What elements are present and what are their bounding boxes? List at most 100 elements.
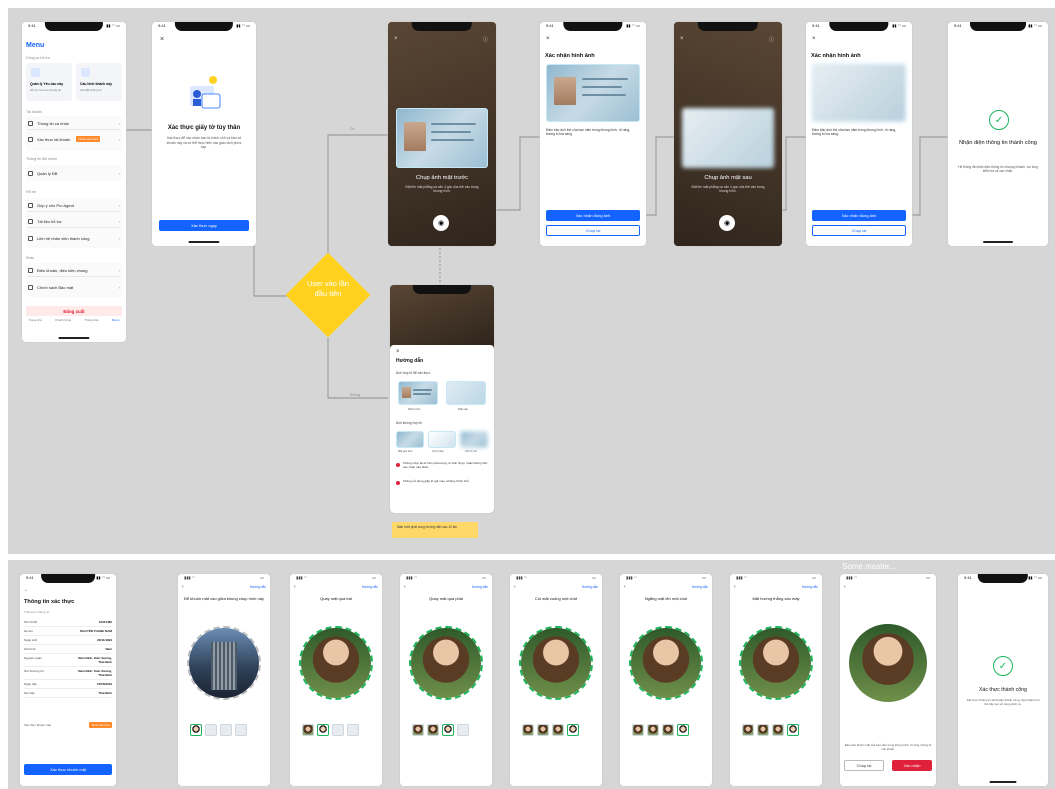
close-icon[interactable]: ×	[160, 36, 164, 43]
team-icon	[28, 170, 33, 176]
intro-title: Xác thực giấy tờ tùy thân	[167, 125, 241, 131]
info-field-label: Nguyên quán	[24, 656, 42, 660]
menu-item-terms[interactable]: Điều khoản, điều kiện chung ›	[28, 265, 120, 277]
tab-menu[interactable]: Menu	[112, 318, 120, 332]
retake-front-button[interactable]: Chụp lại	[546, 225, 640, 236]
verify-intro-screen: 9:41 ▮▮ ◠ ▭ × Xác thực giấy tờ tùy thân X…	[152, 22, 256, 246]
face-camera-frame	[187, 626, 261, 700]
info-icon[interactable]: ⓘ	[483, 36, 488, 43]
verification-info-screen: 9:41 ▮▮ ◠ ▭ ← Thông tin xác thực Thông ti…	[20, 574, 116, 786]
face-step-screen: ▮▮▮ ◠ ▭ ‹ Hướng dẫn Quay mặt qua trái	[290, 574, 382, 786]
face-verify-button[interactable]: Xác thực khuôn mặt	[24, 764, 112, 775]
face-progress-thumb	[662, 724, 674, 736]
info-field-label: Nơi cấp	[24, 691, 35, 695]
menu-item-contact[interactable]: Liên hệ nhân viên thành công ›	[28, 232, 120, 244]
tab-customers[interactable]: Khách hàng	[55, 318, 71, 332]
face-help-link[interactable]: Hướng dẫn	[692, 585, 708, 589]
back-arrow-icon[interactable]: ‹	[514, 584, 516, 590]
menu-title: Menu	[26, 42, 45, 49]
face-progress-thumb	[787, 724, 799, 736]
close-icon[interactable]: ×	[812, 36, 816, 42]
camera-shutter-button[interactable]: ◉	[719, 215, 735, 231]
face-progress-thumb	[567, 724, 579, 736]
menu-item-policy[interactable]: Chính sách Bảo mật ›	[28, 281, 120, 293]
tab-home[interactable]: Trang chủ	[29, 318, 42, 332]
face-step-screen: ▮▮▮ ◠ ▭ ‹ Hướng dẫn Ngẩng mặt lên một chút	[620, 574, 712, 786]
face-confirm-button[interactable]: Xác nhận	[892, 760, 932, 771]
back-arrow-icon[interactable]: ‹	[404, 584, 406, 590]
back-arrow-icon[interactable]: ←	[24, 587, 29, 593]
close-icon[interactable]: ×	[546, 36, 550, 42]
back-arrow-icon[interactable]: ‹	[734, 584, 736, 590]
guide-bad-item-3: Ảnh bị mờ	[465, 450, 477, 453]
face-help-link[interactable]: Hướng dẫn	[582, 585, 598, 589]
menu-item-pro[interactable]: Góp ý cho Pro Agent ›	[28, 200, 120, 212]
face-help-link[interactable]: Hướng dẫn	[802, 585, 818, 589]
info-field-row: Nơi thường trú Nam Bình, Kiến Xương, Thái…	[24, 667, 112, 680]
menu-item-team[interactable]: Quản lý ĐB ›	[28, 167, 120, 179]
verify-now-button[interactable]: Xác thực ngay	[159, 220, 249, 231]
face-camera-frame	[519, 626, 593, 700]
capture-back-screen: × ⓘ Chụp ảnh mặt sau Đặt lên mặt phẳng v…	[674, 22, 782, 246]
back-arrow-icon[interactable]: ‹	[844, 584, 846, 590]
tab-notifications[interactable]: Thông báo	[84, 318, 98, 332]
confirm-back-card-image	[812, 64, 906, 122]
section-support: Hỗ trợ	[26, 190, 37, 194]
team-group: Quản lý ĐB ›	[26, 165, 122, 181]
support-group: Góp ý cho Pro Agent › Tài liệu hỗ trợ › Li…	[26, 198, 122, 248]
confirm-front-button[interactable]: Xác nhận đúng ảnh	[546, 210, 640, 221]
guide-note: Màn lướt phát xong hướng dẫn sau 10 lần	[392, 522, 478, 538]
camera-shutter-button[interactable]: ◉	[433, 215, 449, 231]
face-retake-button[interactable]: Chụp lại	[844, 760, 884, 771]
face-confirm-photo	[849, 624, 927, 702]
confirm-back-screen: 9:41 ▮▮ ◠ ▭ × Xác nhận hình ảnh Đảm bảo ả…	[806, 22, 912, 246]
face-step-instruction: Cúi mặt xuống một chút	[534, 596, 578, 601]
account-group: Thông tin cá nhân › Xác thực tài khoản Chư…	[26, 116, 122, 151]
section-other: Khác	[26, 256, 35, 260]
face-step-screen: ▮▮▮ ◠ ▭ ‹ Hướng dẫn Quay mặt qua phải	[400, 574, 492, 786]
info-field-value: 23/11/1994	[97, 638, 112, 642]
guide-bad-blurry	[460, 431, 488, 448]
tool-card-config[interactable]: Cấu hình khách này Cài đặt thông tin	[76, 63, 122, 101]
face-progress-thumbs	[632, 724, 689, 736]
info-icon[interactable]: ⓘ	[769, 36, 774, 43]
close-icon[interactable]: ×	[680, 36, 684, 42]
confirm-front-desc: Đảm bảo ảnh thẻ của bạn nằm trong khung …	[546, 128, 631, 137]
close-icon[interactable]: ×	[394, 36, 398, 42]
menu-item-verify[interactable]: Xác thực tài khoản Chưa xác thực ›	[28, 133, 120, 145]
face-help-link[interactable]: Hướng dẫn	[472, 585, 488, 589]
info-field-label: Ngày sinh	[24, 638, 38, 642]
check-circle-icon: ✓	[993, 656, 1013, 676]
info-field-label: Nơi thường trú	[24, 669, 44, 673]
close-icon[interactable]: ×	[396, 349, 400, 355]
face-progress-thumb	[442, 724, 454, 736]
face-progress-thumb	[332, 724, 344, 736]
face-progress-thumb	[235, 724, 247, 736]
guide-good-item-1: Mặt trước	[408, 407, 421, 411]
back-arrow-icon[interactable]: ‹	[624, 584, 626, 590]
tool-card-requests[interactable]: Quản lý Yêu cầu này Hỗ trợ tra cứu thông…	[26, 63, 72, 101]
back-arrow-icon[interactable]: ‹	[294, 584, 296, 590]
capture-front-desc: Đặt lên mặt phẳng và căn 4 góc của thẻ v…	[405, 185, 479, 194]
guide-rule-1: Không chụp lại từ bản photocopy, từ ảnh …	[403, 461, 488, 469]
face-help-link[interactable]: Hướng dẫn	[250, 585, 266, 589]
branch-no-label: Không	[350, 393, 361, 397]
face-success-screen: 9:41 ▮▮ ◠ ▭ ✓ Xác thực thành công Xác thự…	[958, 574, 1048, 786]
face-camera-frame	[629, 626, 703, 700]
confirm-front-title: Xác nhận hình ảnh	[545, 53, 595, 59]
face-progress-thumb	[632, 724, 644, 736]
menu-item-docs[interactable]: Tài liệu hỗ trợ ›	[28, 216, 120, 228]
face-step-instruction: Quay mặt qua trái	[320, 596, 352, 601]
face-help-link[interactable]: Hướng dẫn	[362, 585, 378, 589]
menu-item-personal[interactable]: Thông tin cá nhân ›	[28, 118, 120, 130]
back-arrow-icon[interactable]: ‹	[182, 584, 184, 590]
retake-back-button[interactable]: Chụp lại	[812, 225, 906, 236]
face-step-screen: ▮▮▮ ◠ ▭ ‹ Hướng dẫn Để khuôn mặt vào giữa kh…	[178, 574, 270, 786]
confirm-back-button[interactable]: Xác nhận đúng ảnh	[812, 210, 906, 221]
face-progress-thumb	[537, 724, 549, 736]
section-account: Tài khoản	[26, 110, 42, 114]
verify-badge: Chưa xác thực	[76, 136, 101, 142]
face-progress-thumb	[317, 724, 329, 736]
face-progress-thumb	[190, 724, 202, 736]
logout-button[interactable]: Đăng xuất	[26, 306, 122, 316]
